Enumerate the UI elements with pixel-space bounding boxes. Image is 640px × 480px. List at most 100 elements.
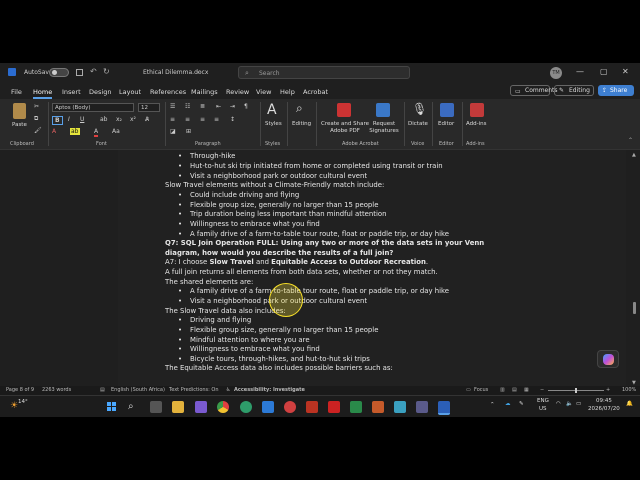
search-icon[interactable]: ⌕ bbox=[128, 401, 140, 413]
increase-indent-icon[interactable]: ⇥ bbox=[230, 103, 235, 110]
task-view-icon[interactable] bbox=[150, 401, 162, 413]
pilcrow-icon[interactable]: ¶ bbox=[244, 103, 248, 110]
app-icon-red[interactable] bbox=[284, 401, 296, 413]
tab-layout[interactable]: Layout bbox=[119, 88, 141, 96]
close-button[interactable]: ✕ bbox=[622, 67, 629, 76]
autosave-toggle[interactable] bbox=[49, 68, 69, 77]
underline-button[interactable]: U bbox=[80, 116, 84, 123]
create-share-pdf-label[interactable]: Create and Share Adobe PDF bbox=[320, 121, 370, 134]
request-signatures-label[interactable]: Request Signatures bbox=[368, 121, 400, 134]
windows-start-icon[interactable] bbox=[106, 401, 118, 413]
language-status[interactable]: English (South Africa) bbox=[111, 387, 165, 393]
shading-icon[interactable]: ◪ bbox=[170, 128, 176, 135]
pdf-icon[interactable] bbox=[328, 401, 340, 413]
collapse-ribbon-icon[interactable]: ⌃ bbox=[628, 137, 633, 144]
editor-icon[interactable] bbox=[440, 103, 454, 117]
print-layout-icon[interactable]: ▤ bbox=[512, 387, 517, 393]
cut-icon[interactable]: ✂ bbox=[34, 103, 39, 110]
pen-icon[interactable]: ✎ bbox=[519, 401, 524, 407]
microphone-icon[interactable]: 🎙 bbox=[412, 102, 427, 116]
redo-icon[interactable]: ↻ bbox=[103, 67, 110, 76]
share-button[interactable]: ⇪ Share bbox=[598, 85, 634, 96]
tab-references[interactable]: References bbox=[150, 88, 186, 96]
proofing-icon[interactable]: ▤ bbox=[100, 387, 105, 393]
zoom-level[interactable]: 100% bbox=[622, 387, 636, 393]
app-icon-blue[interactable] bbox=[394, 401, 406, 413]
document-page[interactable]: Through-hike Hut-to-hut ski trip initiat… bbox=[118, 150, 626, 389]
teams-icon[interactable] bbox=[195, 401, 207, 413]
tab-file[interactable]: File bbox=[11, 88, 22, 96]
font-color-icon[interactable]: A bbox=[94, 128, 99, 137]
clock-time[interactable]: 09:45 bbox=[596, 398, 612, 404]
save-icon[interactable] bbox=[76, 69, 83, 76]
styles-icon[interactable]: A bbox=[267, 102, 277, 118]
input-language[interactable]: ENG bbox=[537, 398, 549, 404]
tab-mailings[interactable]: Mailings bbox=[191, 88, 218, 96]
highlight-icon[interactable]: ab bbox=[70, 128, 80, 135]
addins-label[interactable]: Add-ins bbox=[466, 121, 487, 128]
weather-temp[interactable]: 14° bbox=[18, 399, 28, 405]
subscript-button[interactable]: x₂ bbox=[116, 116, 122, 123]
vertical-scrollbar[interactable]: ▲ ▼ bbox=[629, 150, 640, 389]
battery-icon[interactable]: ▭ bbox=[576, 401, 581, 407]
dictate-label[interactable]: Dictate bbox=[408, 121, 428, 128]
format-painter-icon[interactable]: 🖌 bbox=[34, 127, 42, 134]
copilot-icon[interactable] bbox=[597, 350, 619, 368]
request-signatures-icon[interactable] bbox=[376, 103, 390, 117]
word-taskbar-icon[interactable] bbox=[438, 401, 450, 415]
web-layout-icon[interactable]: ▦ bbox=[524, 387, 529, 393]
align-center-icon[interactable]: ≡ bbox=[185, 116, 190, 123]
tab-acrobat[interactable]: Acrobat bbox=[303, 88, 328, 96]
accessibility-status[interactable]: Accessibility: Investigate bbox=[234, 387, 305, 393]
zoom-out-icon[interactable]: − bbox=[540, 387, 544, 393]
scrollbar-thumb[interactable] bbox=[633, 302, 636, 314]
page-count[interactable]: Page 8 of 9 bbox=[6, 387, 34, 393]
tab-review[interactable]: Review bbox=[226, 88, 249, 96]
chrome-icon[interactable] bbox=[217, 401, 229, 413]
decrease-indent-icon[interactable]: ⇤ bbox=[216, 103, 221, 110]
avatar[interactable]: TM bbox=[550, 67, 562, 79]
editor-label[interactable]: Editor bbox=[438, 121, 454, 128]
focus-button[interactable]: Focus bbox=[474, 387, 488, 393]
app-icon-slate[interactable] bbox=[416, 401, 428, 413]
editing-mode-button[interactable]: ✎ Editing bbox=[554, 85, 594, 96]
change-case-icon[interactable]: Aa bbox=[112, 128, 120, 135]
notification-bell-icon[interactable]: 🔔 bbox=[626, 401, 633, 407]
scroll-up-icon[interactable]: ▲ bbox=[632, 152, 636, 158]
tab-help[interactable]: Help bbox=[280, 88, 295, 96]
italic-button[interactable]: I bbox=[68, 116, 70, 123]
borders-icon[interactable]: ⊞ bbox=[186, 128, 191, 135]
acrobat-icon[interactable] bbox=[306, 401, 318, 413]
zoom-in-icon[interactable]: + bbox=[606, 387, 610, 393]
text-effects-icon[interactable]: A bbox=[52, 128, 56, 135]
edge-icon[interactable] bbox=[240, 401, 252, 413]
weather-icon[interactable]: ☀ bbox=[10, 401, 18, 411]
tab-design[interactable]: Design bbox=[89, 88, 111, 96]
undo-icon[interactable]: ↶ bbox=[90, 67, 97, 76]
clear-format-icon[interactable]: A̷ bbox=[145, 116, 149, 123]
maximize-button[interactable]: ▢ bbox=[600, 67, 608, 76]
paste-label[interactable]: Paste bbox=[12, 122, 27, 129]
file-explorer-icon[interactable] bbox=[172, 401, 184, 413]
strikethrough-button[interactable]: ab bbox=[100, 116, 108, 123]
create-pdf-icon[interactable] bbox=[337, 103, 351, 117]
tab-home[interactable]: Home bbox=[33, 88, 53, 99]
wifi-icon[interactable]: ◠ bbox=[556, 401, 561, 407]
superscript-button[interactable]: x² bbox=[130, 116, 136, 123]
copy-icon[interactable]: ⧉ bbox=[34, 115, 38, 123]
tray-overflow-icon[interactable]: ⌃ bbox=[490, 402, 495, 408]
justify-icon[interactable]: ≡ bbox=[214, 116, 219, 123]
outlook-icon[interactable] bbox=[262, 401, 274, 413]
editing-label[interactable]: Editing bbox=[292, 121, 311, 128]
comments-button[interactable]: ▭ Comments bbox=[510, 85, 558, 96]
text-predictions-status[interactable]: Text Predictions: On bbox=[169, 387, 219, 393]
find-icon[interactable]: ⌕ bbox=[296, 101, 303, 116]
bullets-icon[interactable]: ☰ bbox=[170, 103, 175, 110]
align-right-icon[interactable]: ≡ bbox=[200, 116, 205, 123]
styles-label[interactable]: Styles bbox=[265, 121, 282, 128]
font-name-select[interactable]: Aptos (Body) bbox=[52, 103, 134, 112]
font-size-select[interactable]: 12 bbox=[138, 103, 160, 112]
tab-view[interactable]: View bbox=[256, 88, 271, 96]
multilevel-list-icon[interactable]: ≣ bbox=[200, 103, 205, 110]
paste-icon[interactable] bbox=[13, 103, 26, 119]
